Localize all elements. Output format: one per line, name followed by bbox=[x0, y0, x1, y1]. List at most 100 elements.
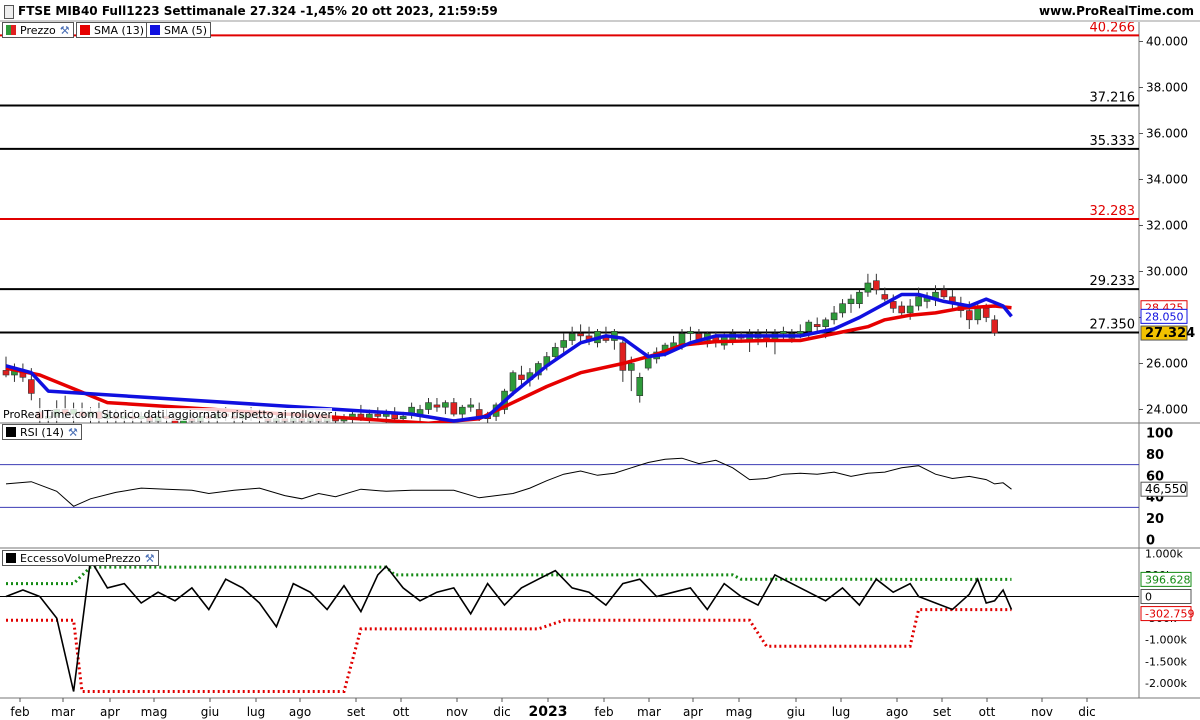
y-tick-label: 40.000 bbox=[1146, 35, 1188, 49]
rsi-tick-label: 0 bbox=[1146, 533, 1155, 548]
candle-body bbox=[627, 363, 635, 371]
y-tick-label: 38.000 bbox=[1146, 81, 1188, 95]
candle-body bbox=[915, 296, 922, 307]
candle-body bbox=[28, 379, 35, 394]
candle-body bbox=[889, 301, 897, 309]
candle-body bbox=[940, 289, 948, 298]
y-tick-label: 36.000 bbox=[1146, 127, 1188, 141]
x-month-label: ott bbox=[393, 705, 410, 719]
evp-legend[interactable]: EccessoVolumePrezzo ⚒ bbox=[2, 550, 159, 566]
level-label: 40.266 bbox=[1090, 20, 1136, 35]
candle bbox=[568, 326, 576, 346]
price-legend[interactable]: Prezzo ⚒ bbox=[2, 22, 74, 38]
candle-body bbox=[551, 347, 559, 357]
rsi-tick-label: 80 bbox=[1146, 448, 1164, 463]
wrench-icon[interactable]: ⚒ bbox=[68, 426, 78, 439]
rsi-legend-label: RSI (14) bbox=[20, 425, 64, 439]
candle bbox=[611, 329, 618, 350]
candle-body bbox=[864, 282, 872, 293]
candle-body bbox=[839, 303, 846, 314]
candle bbox=[949, 289, 956, 309]
candle-body bbox=[830, 312, 838, 321]
candle-body bbox=[636, 376, 644, 396]
candle-body bbox=[458, 406, 466, 415]
candle-body bbox=[780, 330, 787, 334]
candle-body bbox=[847, 298, 855, 305]
candle bbox=[425, 398, 432, 415]
candle-body bbox=[619, 342, 627, 371]
evp-tick-label: -2.000k bbox=[1145, 677, 1187, 690]
candle-body bbox=[442, 402, 449, 408]
x-month-label: giu bbox=[201, 705, 220, 719]
x-month-label: lug bbox=[832, 705, 851, 719]
candle bbox=[577, 324, 584, 343]
wrench-icon[interactable]: ⚒ bbox=[145, 552, 155, 565]
x-month-label: ago bbox=[289, 705, 311, 719]
x-month-label: feb bbox=[594, 705, 613, 719]
y-tick-label: 32.000 bbox=[1146, 219, 1188, 233]
chart-canvas: 40.266 37.216 35.333 32.283 29.233 27.350 24.0… bbox=[0, 20, 1200, 720]
level-label: 27.350 bbox=[1090, 317, 1136, 332]
x-month-label: apr bbox=[683, 705, 703, 719]
candle-body bbox=[813, 324, 821, 327]
candle-body bbox=[382, 413, 390, 417]
candle-body bbox=[2, 370, 10, 376]
y-tick-label: 34.000 bbox=[1146, 173, 1188, 187]
evp-tick-label: -1.000k bbox=[1145, 634, 1187, 647]
x-month-label: nov bbox=[1031, 705, 1053, 719]
candle bbox=[467, 398, 475, 412]
y-tick-label: 26.000 bbox=[1146, 357, 1188, 371]
candle bbox=[442, 400, 449, 415]
sma13-legend[interactable]: SMA (13) bbox=[76, 22, 149, 38]
candle-body bbox=[873, 280, 880, 291]
candle bbox=[408, 402, 415, 419]
evp-current-label: -302.759 bbox=[1145, 608, 1194, 621]
candle bbox=[839, 299, 846, 318]
sma5-legend[interactable]: SMA (5) bbox=[146, 22, 212, 38]
candle-body bbox=[906, 305, 914, 314]
candle-body bbox=[577, 333, 584, 337]
level-label: 35.333 bbox=[1090, 134, 1136, 149]
candle bbox=[780, 326, 787, 341]
price-legend-label: Prezzo bbox=[20, 23, 56, 37]
rsi-legend[interactable]: RSI (14) ⚒ bbox=[2, 424, 82, 440]
candle-body bbox=[796, 330, 804, 334]
candle-body bbox=[399, 416, 407, 419]
x-month-label: mag bbox=[141, 705, 168, 719]
x-month-label: dic bbox=[493, 705, 511, 719]
sma5-legend-label: SMA (5) bbox=[164, 23, 208, 37]
x-month-label: lug bbox=[247, 705, 266, 719]
candle-body bbox=[475, 409, 483, 417]
candle bbox=[940, 285, 948, 300]
candle bbox=[873, 273, 880, 295]
wrench-icon[interactable]: ⚒ bbox=[60, 24, 70, 37]
candle-body bbox=[881, 294, 889, 300]
candle-body bbox=[991, 319, 998, 334]
candle-body bbox=[425, 402, 432, 410]
current-value-label: 27.324 bbox=[1145, 326, 1195, 341]
candle-body bbox=[965, 310, 973, 321]
candle bbox=[991, 315, 998, 336]
candle-body bbox=[822, 319, 829, 327]
evp-current-label: 396.628 bbox=[1145, 573, 1191, 586]
x-month-label: mar bbox=[51, 705, 75, 719]
x-month-label: mag bbox=[726, 705, 753, 719]
candle-body bbox=[974, 307, 982, 321]
sma13-swatch bbox=[80, 25, 90, 35]
evp-legend-label: EccessoVolumePrezzo bbox=[20, 551, 141, 565]
sma5-swatch bbox=[150, 25, 160, 35]
rsi-swatch bbox=[6, 427, 16, 437]
sma13-line bbox=[5, 304, 1012, 423]
evp-current-label: 0 bbox=[1145, 591, 1152, 604]
candle bbox=[864, 273, 872, 297]
history-note: ProRealTime.com Storico dati aggiornato … bbox=[3, 408, 332, 421]
rsi-current-label: 46,550 bbox=[1145, 482, 1187, 496]
y-tick-label: 24.000 bbox=[1146, 403, 1188, 417]
candle-body bbox=[560, 340, 568, 348]
x-month-label: giu bbox=[787, 705, 806, 719]
rsi-tick-label: 100 bbox=[1146, 427, 1173, 442]
candle-body bbox=[568, 333, 576, 341]
candle-body bbox=[509, 372, 517, 392]
candle-body bbox=[687, 330, 694, 334]
x-month-label: set bbox=[933, 705, 952, 719]
